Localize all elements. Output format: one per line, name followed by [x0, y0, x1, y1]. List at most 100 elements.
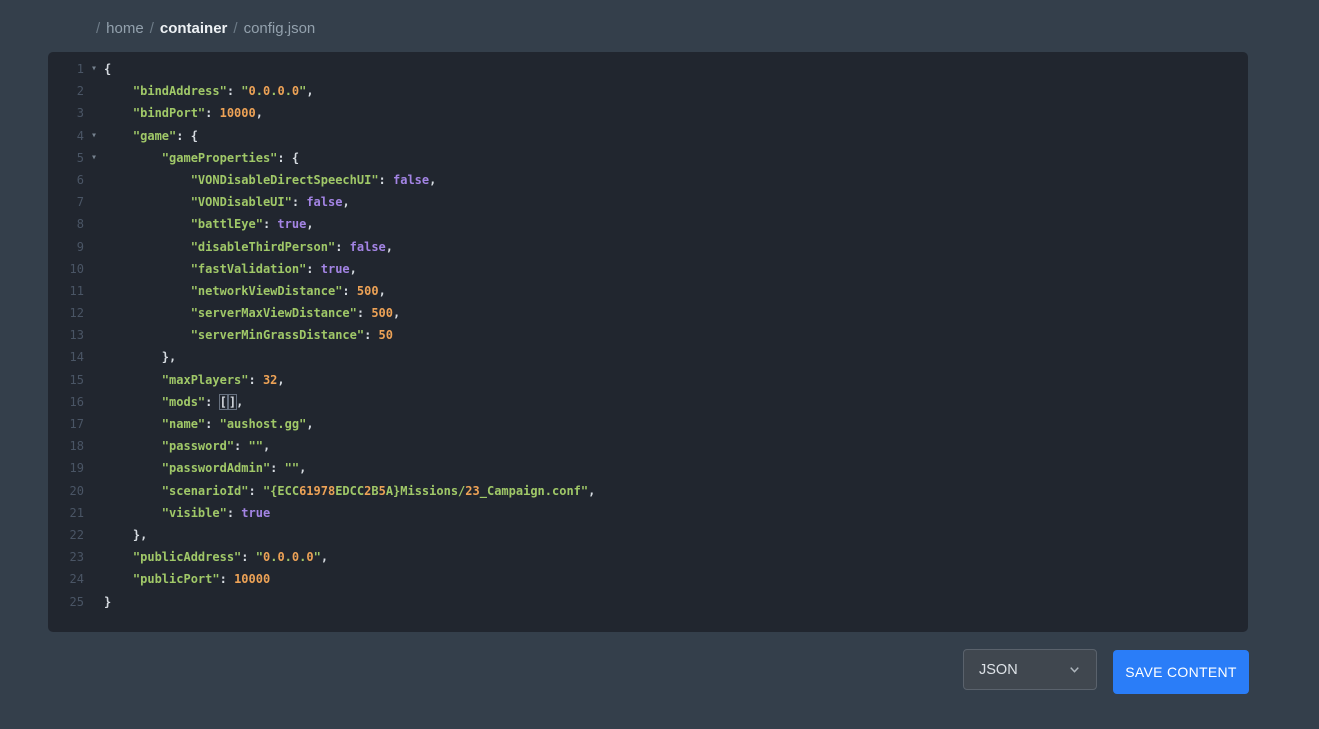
- code-line[interactable]: 12 "serverMaxViewDistance": 500,: [48, 302, 1248, 324]
- breadcrumb-item-container[interactable]: container: [160, 20, 228, 37]
- line-number: 14: [48, 346, 84, 368]
- breadcrumb-separator: /: [233, 20, 237, 37]
- code-line[interactable]: 9 "disableThirdPerson": false,: [48, 236, 1248, 258]
- code-line[interactable]: 25}: [48, 591, 1248, 613]
- fold-toggle-icon[interactable]: ▾: [84, 58, 104, 80]
- fold-toggle-icon[interactable]: ▾: [84, 147, 104, 169]
- code-text: "passwordAdmin": "",: [104, 457, 306, 479]
- save-content-button[interactable]: SAVE CONTENT: [1113, 650, 1249, 694]
- breadcrumb-item-config.json[interactable]: config.json: [244, 20, 316, 37]
- line-number: 9: [48, 236, 84, 258]
- line-number: 13: [48, 324, 84, 346]
- code-line[interactable]: 14 },: [48, 346, 1248, 368]
- line-number: 10: [48, 258, 84, 280]
- chevron-down-icon: [1068, 663, 1081, 676]
- line-number: 3: [48, 102, 84, 124]
- code-line[interactable]: 23 "publicAddress": "0.0.0.0",: [48, 546, 1248, 568]
- code-text: "fastValidation": true,: [104, 258, 357, 280]
- code-text: "bindPort": 10000,: [104, 102, 263, 124]
- code-line[interactable]: 18 "password": "",: [48, 435, 1248, 457]
- code-line[interactable]: 4▾ "game": {: [48, 125, 1248, 147]
- fold-spacer: [84, 169, 104, 191]
- code-text: "game": {: [104, 125, 198, 147]
- code-line[interactable]: 11 "networkViewDistance": 500,: [48, 280, 1248, 302]
- code-text: "password": "",: [104, 435, 270, 457]
- line-number: 21: [48, 502, 84, 524]
- line-number: 12: [48, 302, 84, 324]
- code-line[interactable]: 10 "fastValidation": true,: [48, 258, 1248, 280]
- fold-spacer: [84, 480, 104, 502]
- fold-toggle-icon[interactable]: ▾: [84, 125, 104, 147]
- fold-spacer: [84, 369, 104, 391]
- line-number: 25: [48, 591, 84, 613]
- code-line[interactable]: 3 "bindPort": 10000,: [48, 102, 1248, 124]
- code-lines: 1▾{2 "bindAddress": "0.0.0.0",3 "bindPor…: [48, 58, 1248, 613]
- breadcrumb-separator: /: [96, 20, 100, 37]
- line-number: 22: [48, 524, 84, 546]
- fold-spacer: [84, 324, 104, 346]
- code-text: "scenarioId": "{ECC61978EDCC2B5A}Mission…: [104, 480, 595, 502]
- line-number: 18: [48, 435, 84, 457]
- code-line[interactable]: 13 "serverMinGrassDistance": 50: [48, 324, 1248, 346]
- code-line[interactable]: 24 "publicPort": 10000: [48, 568, 1248, 590]
- breadcrumb-separator: /: [150, 20, 154, 37]
- fold-spacer: [84, 213, 104, 235]
- line-number: 23: [48, 546, 84, 568]
- code-text: "serverMaxViewDistance": 500,: [104, 302, 400, 324]
- language-select-value: JSON: [979, 662, 1018, 678]
- line-number: 16: [48, 391, 84, 413]
- line-number: 2: [48, 80, 84, 102]
- code-text: "bindAddress": "0.0.0.0",: [104, 80, 314, 102]
- fold-spacer: [84, 391, 104, 413]
- line-number: 17: [48, 413, 84, 435]
- language-select[interactable]: JSON: [963, 649, 1097, 690]
- code-text: "publicAddress": "0.0.0.0",: [104, 546, 328, 568]
- fold-spacer: [84, 191, 104, 213]
- code-line[interactable]: 20 "scenarioId": "{ECC61978EDCC2B5A}Miss…: [48, 480, 1248, 502]
- line-number: 1: [48, 58, 84, 80]
- fold-spacer: [84, 346, 104, 368]
- code-text: "VONDisableDirectSpeechUI": false,: [104, 169, 436, 191]
- json-editor[interactable]: 1▾{2 "bindAddress": "0.0.0.0",3 "bindPor…: [48, 52, 1248, 632]
- line-number: 11: [48, 280, 84, 302]
- code-text: "gameProperties": {: [104, 147, 299, 169]
- fold-spacer: [84, 258, 104, 280]
- code-line[interactable]: 2 "bindAddress": "0.0.0.0",: [48, 80, 1248, 102]
- code-line[interactable]: 7 "VONDisableUI": false,: [48, 191, 1248, 213]
- breadcrumb: / home / container / config.json: [96, 17, 315, 39]
- fold-spacer: [84, 435, 104, 457]
- code-line[interactable]: 15 "maxPlayers": 32,: [48, 369, 1248, 391]
- code-line[interactable]: 19 "passwordAdmin": "",: [48, 457, 1248, 479]
- code-line[interactable]: 16 "mods": [],: [48, 391, 1248, 413]
- code-line[interactable]: 1▾{: [48, 58, 1248, 80]
- code-line[interactable]: 21 "visible": true: [48, 502, 1248, 524]
- fold-spacer: [84, 280, 104, 302]
- fold-spacer: [84, 591, 104, 613]
- fold-spacer: [84, 80, 104, 102]
- fold-spacer: [84, 546, 104, 568]
- code-line[interactable]: 8 "battlEye": true,: [48, 213, 1248, 235]
- code-text: "visible": true: [104, 502, 270, 524]
- code-line[interactable]: 6 "VONDisableDirectSpeechUI": false,: [48, 169, 1248, 191]
- code-text: "disableThirdPerson": false,: [104, 236, 393, 258]
- code-text: "publicPort": 10000: [104, 568, 270, 590]
- code-line[interactable]: 17 "name": "aushost.gg",: [48, 413, 1248, 435]
- code-text: "VONDisableUI": false,: [104, 191, 350, 213]
- code-text: "networkViewDistance": 500,: [104, 280, 386, 302]
- code-text: "name": "aushost.gg",: [104, 413, 314, 435]
- fold-spacer: [84, 102, 104, 124]
- line-number: 24: [48, 568, 84, 590]
- fold-spacer: [84, 236, 104, 258]
- code-text: "battlEye": true,: [104, 213, 314, 235]
- code-text: },: [104, 524, 147, 546]
- code-text: },: [104, 346, 176, 368]
- fold-spacer: [84, 568, 104, 590]
- line-number: 8: [48, 213, 84, 235]
- breadcrumb-item-home[interactable]: home: [106, 20, 144, 37]
- code-line[interactable]: 5▾ "gameProperties": {: [48, 147, 1248, 169]
- line-number: 5: [48, 147, 84, 169]
- fold-spacer: [84, 302, 104, 324]
- line-number: 6: [48, 169, 84, 191]
- code-text: "serverMinGrassDistance": 50: [104, 324, 393, 346]
- code-line[interactable]: 22 },: [48, 524, 1248, 546]
